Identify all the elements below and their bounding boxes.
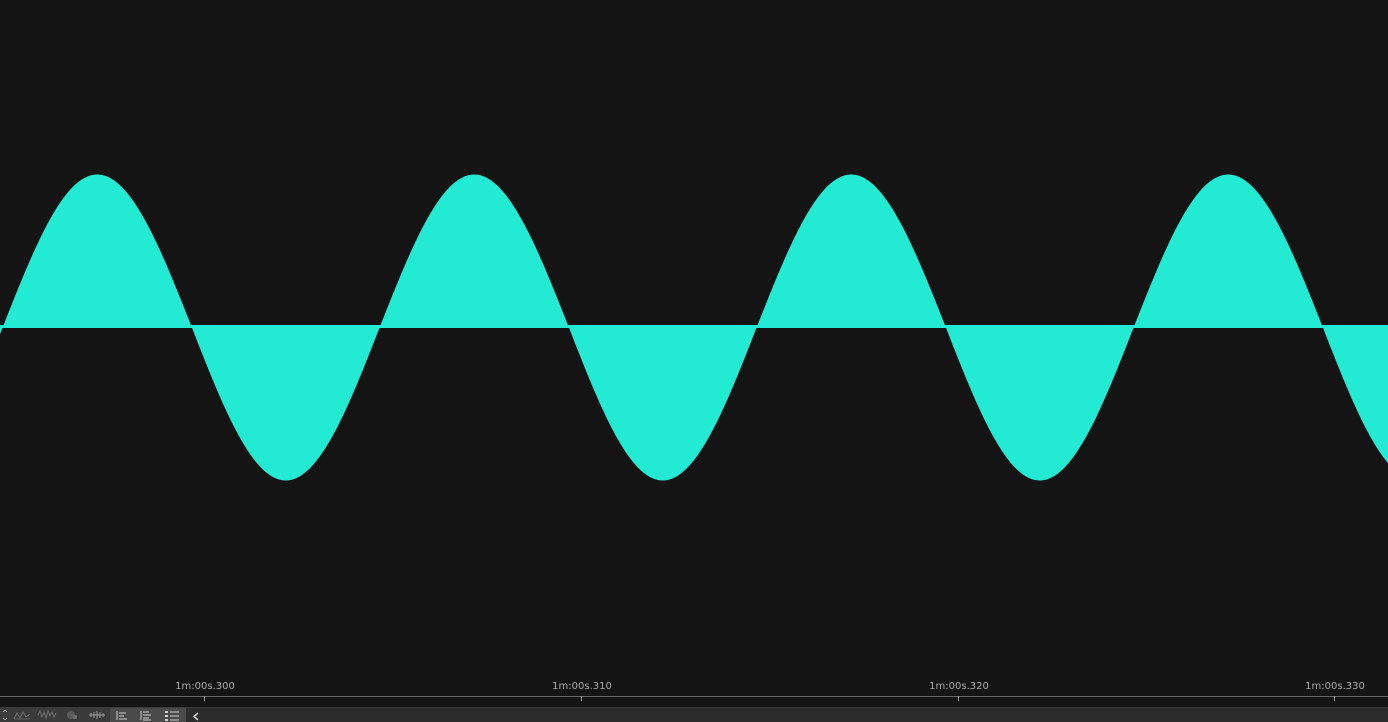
ruler-tick	[1334, 696, 1335, 701]
waveform-zoom-button[interactable]	[84, 708, 110, 722]
align-left-icon	[116, 710, 128, 721]
align-left-button[interactable]	[110, 708, 134, 722]
tool-strip	[0, 708, 186, 722]
spectral-tool-icon	[37, 710, 57, 720]
record-toggle-button[interactable]	[60, 708, 84, 722]
ruler-baseline	[0, 696, 1388, 697]
envelope-tool-button[interactable]	[0, 708, 10, 722]
waveform-canvas[interactable]	[0, 0, 1388, 680]
record-toggle-icon	[65, 710, 79, 720]
bottom-toolbar	[0, 707, 1388, 722]
time-ruler[interactable]: 1m:00s.300 1m:00s.310 1m:00s.320 1m:00s.…	[0, 680, 1388, 707]
ruler-tick-label: 1m:00s.310	[552, 681, 612, 692]
list-view-button[interactable]	[158, 708, 186, 722]
ruler-tick	[958, 696, 959, 701]
waveform-center-line	[0, 325, 1388, 328]
pitch-tool-button[interactable]	[10, 708, 34, 722]
chevron-left-icon	[192, 706, 199, 722]
envelope-tool-icon	[2, 710, 8, 720]
ruler-tick-label: 1m:00s.300	[175, 681, 235, 692]
ruler-tick-label: 1m:00s.320	[929, 681, 989, 692]
list-view-icon	[164, 710, 180, 721]
collapse-panel-button[interactable]	[190, 708, 202, 722]
spectral-tool-button[interactable]	[34, 708, 60, 722]
align-center-button[interactable]	[134, 708, 158, 722]
ruler-tick	[204, 696, 205, 701]
align-center-icon	[140, 710, 152, 721]
pitch-tool-icon	[13, 710, 31, 720]
waveform-view[interactable]	[0, 0, 1388, 680]
ruler-tick	[581, 696, 582, 701]
ruler-tick-label: 1m:00s.330	[1305, 681, 1365, 692]
waveform-zoom-icon	[89, 710, 105, 720]
audio-editor-window: 1m:00s.300 1m:00s.310 1m:00s.320 1m:00s.…	[0, 0, 1388, 722]
